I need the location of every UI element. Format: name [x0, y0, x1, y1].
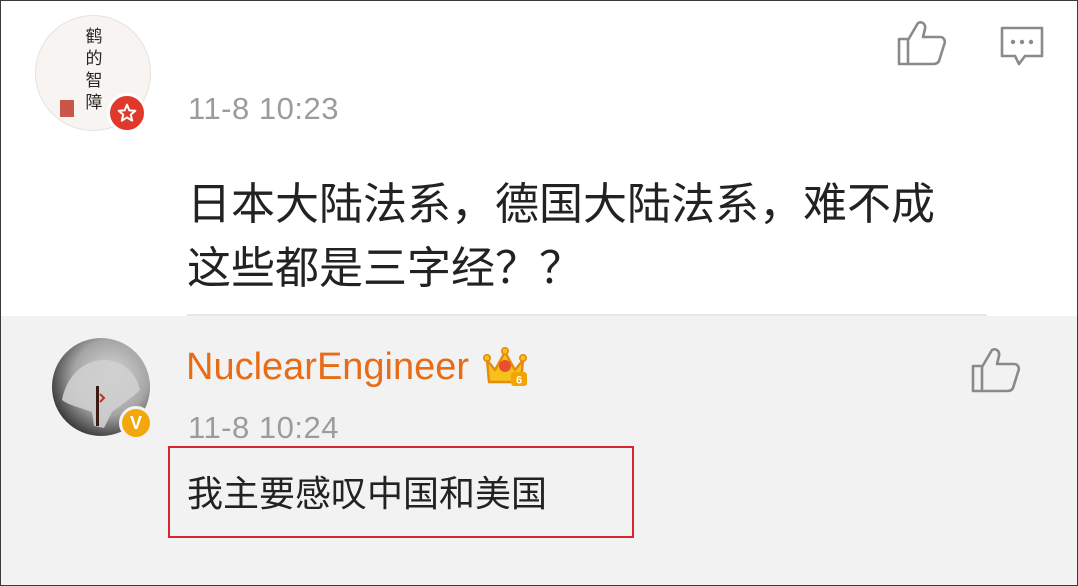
parent-comment: 鹤的智障 11-8 10:23 日本大陆法系，德国大陆法系，难不成 这些都是三字… [1, 1, 1077, 315]
member-level-text: 6 [516, 375, 522, 387]
screenshot-frame: 鹤的智障 11-8 10:23 日本大陆法系，德国大陆法系，难不成 这些都是三字… [0, 0, 1078, 586]
reply-comment: V NuclearEngineer 6 11-8 10:24 我主要感叹中国和美… [1, 316, 1077, 585]
verified-badge-icon: V [119, 406, 153, 440]
comment-bubble-icon[interactable] [999, 25, 1045, 67]
thumbs-up-icon[interactable] [895, 19, 947, 67]
star-badge-icon [107, 93, 147, 133]
thumbs-up-icon[interactable] [969, 346, 1021, 394]
crown-vip-icon: 6 [481, 344, 529, 388]
reply-username[interactable]: NuclearEngineer [186, 346, 469, 389]
comment-text: 日本大陆法系，德国大陆法系，难不成 这些都是三字经？？ [187, 173, 1027, 301]
comment-text-line-2: 这些都是三字经？？ [187, 243, 583, 294]
avatar-calligraphy: 鹤的智障 [85, 27, 103, 113]
reply-timestamp: 11-8 10:24 [188, 410, 339, 445]
comment-timestamp: 11-8 10:23 [188, 91, 339, 126]
avatar-seal-stamp [60, 100, 74, 117]
section-divider [187, 314, 987, 316]
comment-text-line-1: 日本大陆法系，德国大陆法系，难不成 [187, 179, 935, 230]
reply-text: 我主要感叹中国和美国 [187, 474, 548, 515]
